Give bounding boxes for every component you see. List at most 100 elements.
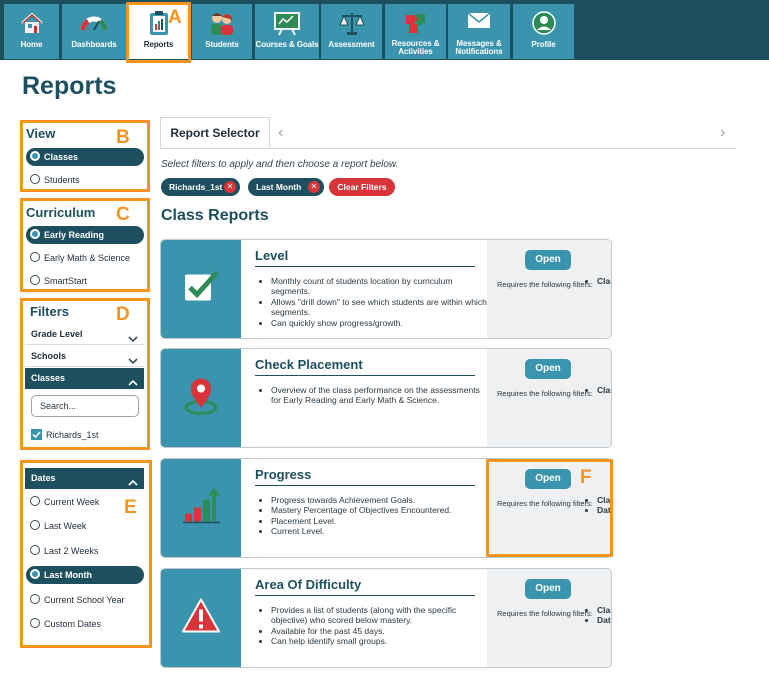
nav-courses-goals-label: Courses & Goals: [255, 40, 319, 49]
nav-assessment-label: Assessment: [328, 40, 375, 49]
dates-accordion[interactable]: Dates: [25, 468, 144, 489]
chevron-left-icon[interactable]: ‹: [278, 124, 283, 142]
radio-icon: [30, 618, 40, 628]
home-icon: [19, 10, 45, 41]
checkbox-checked-icon: [31, 429, 42, 440]
nav-resources-activities[interactable]: Resources & Activities: [385, 4, 446, 59]
report-description: Progress towards Achievement Goals. Mast…: [259, 495, 491, 537]
radio-icon: [30, 594, 40, 604]
checkbox-icon: [181, 269, 221, 310]
nav-reports-label: Reports: [143, 40, 174, 49]
envelope-icon: [466, 10, 492, 37]
class-checkbox-richards-1st[interactable]: Richards_1st: [31, 429, 99, 441]
classes-accordion[interactable]: Classes: [25, 368, 144, 389]
date-option-last-week[interactable]: Last Week: [26, 517, 144, 535]
curriculum-option-smartstart[interactable]: SmartStart: [26, 272, 144, 290]
tab-report-selector[interactable]: Report Selector: [160, 117, 270, 149]
remove-filter-icon[interactable]: ✕: [224, 181, 236, 193]
callout-label-a: A: [168, 7, 182, 28]
warning-icon: [180, 597, 222, 640]
curriculum-option-early-math-science[interactable]: Early Math & Science: [26, 249, 144, 267]
remove-filter-icon[interactable]: ✕: [308, 181, 320, 193]
report-description: Monthly count of students location by cu…: [259, 276, 491, 328]
puzzle-icon: [403, 10, 429, 39]
top-navigation: Home Dashboards Reports Students Courses…: [0, 0, 769, 60]
section-title: Class Reports: [161, 207, 269, 224]
radio-icon: [30, 174, 40, 184]
open-level-button[interactable]: Open: [525, 250, 571, 270]
required-filters: Classes: [585, 385, 611, 395]
report-card-area-of-difficulty: Area Of Difficulty Provides a list of st…: [160, 568, 612, 668]
curriculum-title: Curriculum: [26, 205, 96, 220]
report-title: Area Of Difficulty: [255, 577, 475, 596]
nav-messages-notifications[interactable]: Messages & Notifications: [448, 4, 510, 59]
radio-icon: [30, 545, 40, 555]
report-description: Provides a list of students (along with …: [259, 605, 491, 647]
class-search-input[interactable]: Search...: [31, 395, 139, 417]
radio-icon: [30, 229, 40, 239]
view-title: View: [26, 126, 56, 141]
date-option-last-month[interactable]: Last Month: [26, 566, 144, 584]
filters-title: Filters: [30, 304, 70, 319]
report-title: Check Placement: [255, 357, 475, 376]
nav-students[interactable]: Students: [192, 4, 252, 59]
nav-messages-notifications-label: Messages & Notifications: [455, 39, 503, 56]
bar-growth-icon: [181, 486, 221, 531]
profile-icon: [531, 10, 557, 41]
date-option-current-week[interactable]: Current Week: [26, 493, 144, 511]
page-title: Reports: [22, 72, 117, 100]
filter-chip-last-month[interactable]: Last Month ✕: [248, 178, 324, 196]
date-option-last-2-weeks[interactable]: Last 2 Weeks: [26, 542, 144, 560]
nav-profile-label: Profile: [531, 40, 556, 49]
nav-home-label: Home: [20, 40, 43, 49]
tab-divider: [160, 148, 736, 149]
report-title: Level: [255, 248, 475, 267]
chevron-up-icon: [128, 374, 138, 395]
callout-label-d: D: [116, 304, 130, 325]
report-card-check-placement: Check Placement Overview of the class pe…: [160, 348, 612, 448]
radio-icon: [30, 151, 40, 161]
radio-icon: [30, 496, 40, 506]
date-option-current-school-year[interactable]: Current School Year: [26, 591, 144, 609]
radio-icon: [30, 569, 40, 579]
curriculum-option-early-reading[interactable]: Early Reading: [26, 226, 144, 244]
nav-courses-goals[interactable]: Courses & Goals: [255, 4, 319, 59]
students-icon: [208, 10, 236, 41]
required-filters: Classes Dates: [585, 495, 611, 516]
nav-resources-activities-label: Resources & Activities: [391, 39, 440, 56]
gauge-icon: [80, 10, 108, 39]
report-card-level: Level Monthly count of students location…: [160, 239, 612, 339]
callout-label-c: C: [116, 204, 130, 225]
nav-assessment[interactable]: Assessment: [321, 4, 382, 59]
report-description: Overview of the class performance on the…: [259, 385, 491, 406]
radio-icon: [30, 520, 40, 530]
filter-instruction: Select filters to apply and then choose …: [161, 159, 399, 170]
required-filters: Classes Dates: [585, 605, 611, 626]
map-pin-icon: [181, 376, 221, 421]
chevron-up-icon: [128, 474, 138, 495]
clipboard-chart-icon: [148, 10, 170, 41]
required-filters: Classes: [585, 276, 611, 286]
report-card-progress: Progress Progress towards Achievement Go…: [160, 458, 612, 558]
callout-label-b: B: [116, 127, 130, 148]
open-area-of-difficulty-button[interactable]: Open: [525, 579, 571, 599]
grade-level-accordion[interactable]: Grade Level: [25, 324, 144, 345]
nav-profile[interactable]: Profile: [513, 4, 574, 59]
date-option-custom-dates[interactable]: Custom Dates: [26, 615, 144, 633]
callout-label-f: F: [580, 467, 592, 488]
scales-icon: [338, 10, 366, 41]
clear-filters-button[interactable]: Clear Filters: [329, 178, 395, 196]
view-option-classes[interactable]: Classes: [26, 148, 144, 166]
chalkboard-icon: [273, 10, 301, 41]
view-option-students[interactable]: Students: [26, 171, 144, 189]
open-progress-button[interactable]: Open: [525, 469, 571, 489]
schools-accordion[interactable]: Schools: [25, 346, 144, 367]
open-check-placement-button[interactable]: Open: [525, 359, 571, 379]
nav-dashboards[interactable]: Dashboards: [62, 4, 126, 59]
chevron-right-icon[interactable]: ›: [720, 124, 725, 142]
filter-chip-richards-1st[interactable]: Richards_1st ✕: [161, 178, 240, 196]
radio-icon: [30, 275, 40, 285]
nav-home[interactable]: Home: [4, 4, 59, 59]
radio-icon: [30, 252, 40, 262]
report-title: Progress: [255, 467, 475, 486]
